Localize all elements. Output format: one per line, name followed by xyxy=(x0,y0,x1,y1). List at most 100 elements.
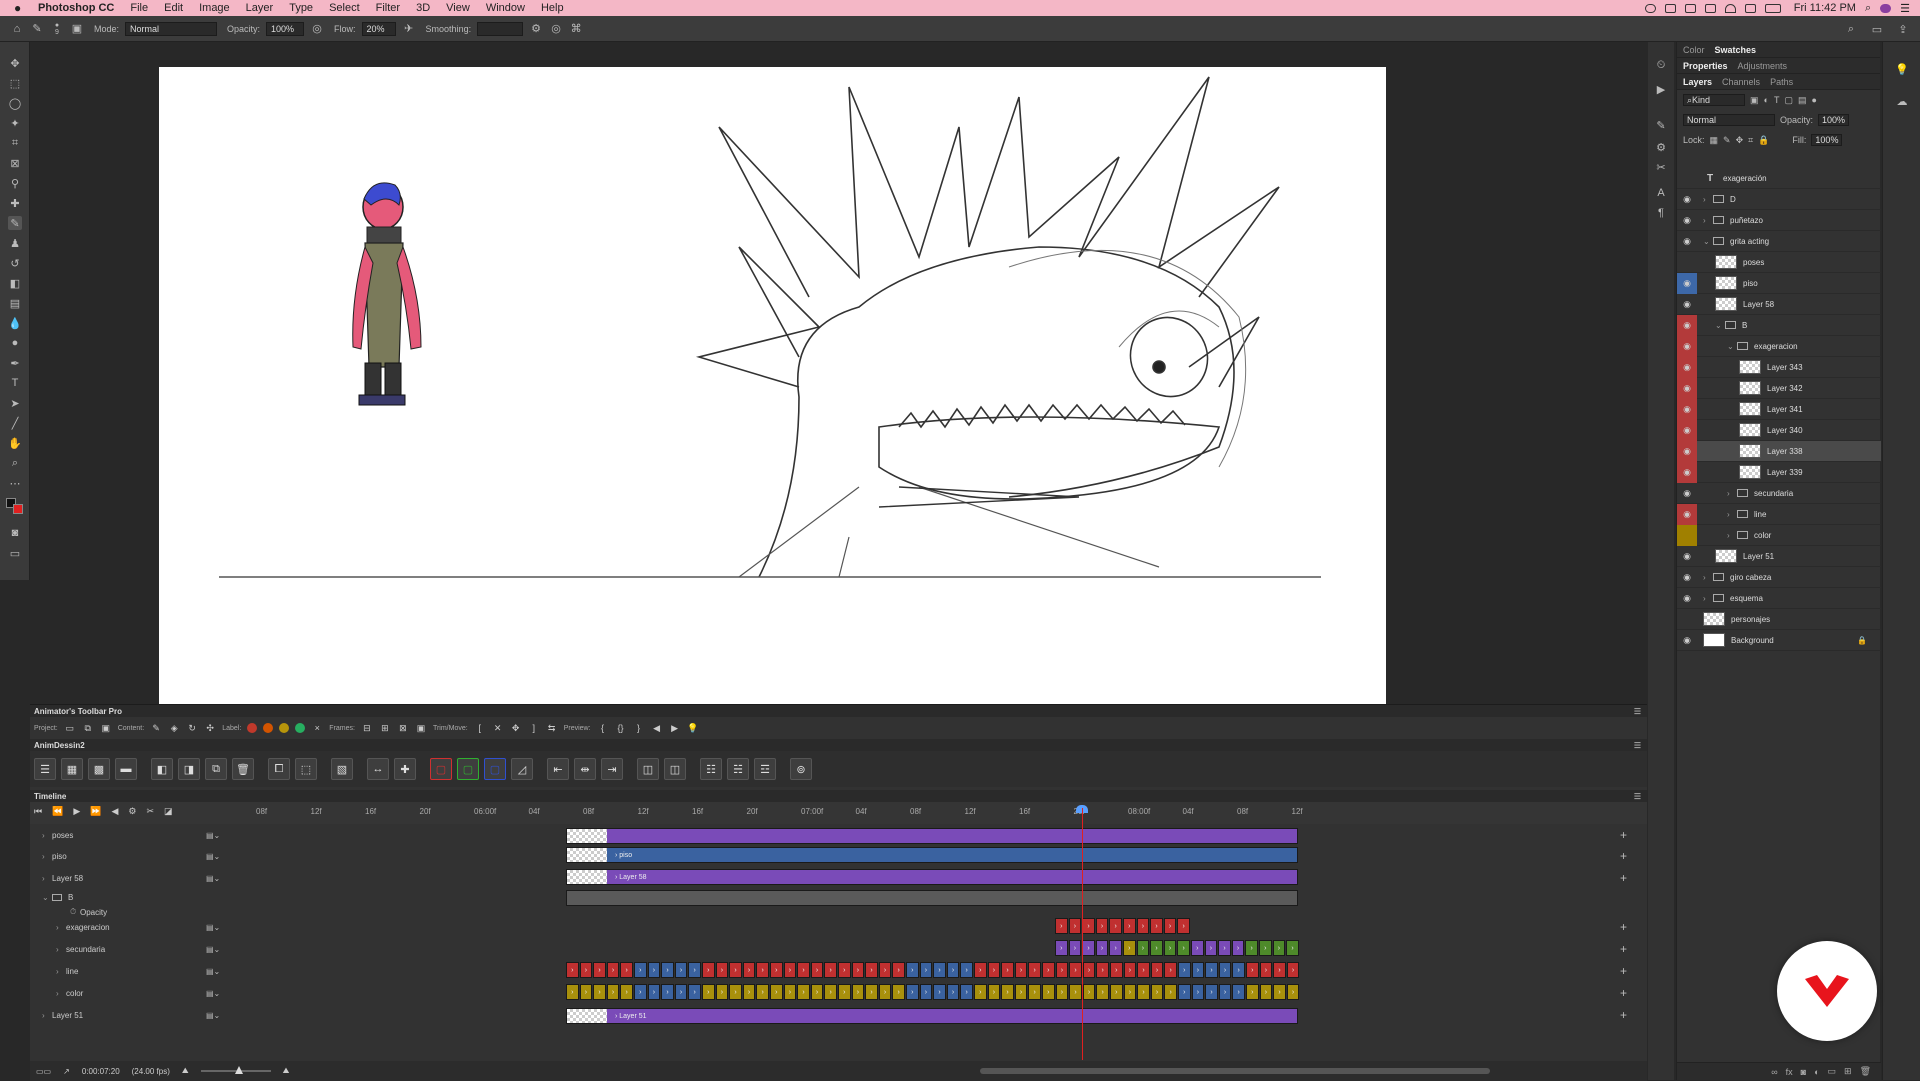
ad-trim-left-button[interactable]: ◫ xyxy=(637,758,659,780)
atp-trim-cut-icon[interactable]: ✕ xyxy=(492,722,504,734)
filter-adjustment-icon[interactable]: ◐ xyxy=(1764,95,1769,105)
settings-gear-icon[interactable]: ⚙ xyxy=(128,806,136,817)
preview-next-icon[interactable]: } xyxy=(633,722,645,734)
frame-clip[interactable]: › xyxy=(878,962,892,978)
brush-settings-panel-icon[interactable]: ⚙ xyxy=(1654,140,1668,154)
frame-clip[interactable]: › xyxy=(593,962,606,978)
timeline-clip[interactable] xyxy=(566,828,1298,844)
layer-filter-kind-select[interactable]: ⌕ Kind xyxy=(1683,94,1745,106)
visibility-eye-icon[interactable]: ◉ xyxy=(1677,210,1697,231)
document-canvas[interactable] xyxy=(30,42,1640,705)
smoothing-options-gear-icon[interactable]: ⚙ xyxy=(529,22,543,36)
frame-clip[interactable]: › xyxy=(634,962,647,978)
ad-trim-right-button[interactable]: ◫ xyxy=(664,758,686,780)
frame-clip[interactable]: › xyxy=(756,984,769,1000)
frame-clip[interactable]: › xyxy=(702,984,715,1000)
frame-clip[interactable]: › xyxy=(1259,940,1272,956)
frame-clip[interactable]: › xyxy=(1110,962,1123,978)
expand-chevron-icon[interactable]: › xyxy=(56,989,66,998)
atp-panel-menu-icon[interactable]: ☰ xyxy=(1634,707,1641,716)
atp-transform-icon[interactable]: ✣ xyxy=(204,722,216,734)
screen-mode-icon[interactable]: ▭ xyxy=(8,546,22,560)
frame-clip[interactable]: › xyxy=(756,962,769,978)
frame-clip[interactable]: › xyxy=(1042,984,1055,1000)
film-options-icon[interactable]: ▤⌄ xyxy=(206,967,220,976)
frame-clip[interactable]: › xyxy=(674,962,688,978)
track-header[interactable]: ⏱ Opacity xyxy=(30,904,230,920)
timeline-clip[interactable]: › piso xyxy=(566,847,1298,863)
frame-clip[interactable]: › xyxy=(974,962,987,978)
add-media-icon[interactable]: + xyxy=(1620,871,1627,885)
frame-clip[interactable]: › xyxy=(1259,962,1273,978)
ad-copy-frame-button[interactable]: ⧠ xyxy=(268,758,290,780)
timeline-clip[interactable] xyxy=(566,890,1298,906)
flow-field[interactable]: 20% xyxy=(361,21,396,36)
frame-clip[interactable]: › xyxy=(1177,940,1190,956)
workspace-icon[interactable]: ▭ xyxy=(1870,22,1884,36)
ad-prev-key-button[interactable]: ⇤ xyxy=(547,758,569,780)
layer-row[interactable]: ◉ › giro cabeza xyxy=(1677,567,1881,588)
frame-clip[interactable]: › xyxy=(1014,984,1028,1000)
menu-file[interactable]: File xyxy=(130,2,148,14)
frame-clip[interactable]: › xyxy=(1205,962,1218,978)
expand-chevron-icon[interactable]: › xyxy=(1727,531,1735,540)
frame-clip[interactable]: › xyxy=(878,984,892,1000)
frame-clip[interactable]: › xyxy=(1014,962,1028,978)
frame-clip[interactable]: › xyxy=(1246,984,1259,1000)
tab-swatches[interactable]: Swatches xyxy=(1715,45,1757,55)
link-layers-icon[interactable]: ∞ xyxy=(1771,1067,1777,1077)
brush-settings-icon[interactable]: ▣ xyxy=(70,22,84,36)
visibility-eye-icon[interactable]: ◉ xyxy=(1677,567,1697,588)
frame-clip[interactable]: › xyxy=(960,984,973,1000)
film-options-icon[interactable]: ▤⌄ xyxy=(206,831,220,840)
track-header[interactable]: › secundaria ▤⌄ xyxy=(30,941,230,957)
frame-clip[interactable]: › xyxy=(1218,940,1231,956)
visibility-eye-icon[interactable] xyxy=(1677,252,1697,273)
timeline-scrollbar[interactable] xyxy=(980,1068,1490,1074)
frame-clip[interactable]: › xyxy=(1273,984,1286,1000)
ad-next-key-button[interactable]: ⇥ xyxy=(601,758,623,780)
brush-tool-icon[interactable]: ✎ xyxy=(30,22,44,36)
layer-row[interactable]: ◉ ⌄ B xyxy=(1677,314,1881,336)
preview-both-icon[interactable]: {} xyxy=(615,722,627,734)
frame-clip[interactable]: › xyxy=(1150,962,1164,978)
atp-frame-insert-icon[interactable]: ⊟ xyxy=(361,722,373,734)
frame-clip[interactable]: › xyxy=(1232,962,1245,978)
type-tool-icon[interactable]: T xyxy=(8,376,22,390)
frame-clip[interactable]: › xyxy=(1231,940,1245,956)
atp-trim-move-icon[interactable]: ✥ xyxy=(510,722,522,734)
frame-clip[interactable]: › xyxy=(1082,940,1095,956)
ad-insert-before-button[interactable]: ◧ xyxy=(151,758,173,780)
frame-clip[interactable]: › xyxy=(1218,984,1232,1000)
lock-transparent-icon[interactable]: ▦ xyxy=(1710,135,1719,146)
frame-clip[interactable]: › xyxy=(1178,962,1191,978)
lock-all-icon[interactable]: 🔒 xyxy=(1758,135,1769,146)
atp-frame-camera-icon[interactable]: ▣ xyxy=(415,722,427,734)
visibility-eye-icon[interactable] xyxy=(1677,609,1697,630)
atp-trim-start-icon[interactable]: [ xyxy=(474,722,486,734)
layer-row[interactable]: ◉ › line xyxy=(1677,503,1881,525)
expand-chevron-icon[interactable]: › xyxy=(42,852,52,861)
track-header[interactable]: › color ▤⌄ xyxy=(30,985,230,1001)
ad-render-button[interactable]: ▧ xyxy=(331,758,353,780)
dodge-tool-icon[interactable]: ● xyxy=(8,336,22,350)
play-icon[interactable]: ▶ xyxy=(73,806,80,817)
expand-chevron-icon[interactable]: › xyxy=(42,1011,52,1020)
frame-clip[interactable]: › xyxy=(987,984,1001,1000)
convert-frames-icon[interactable]: ▭▭ xyxy=(36,1067,51,1076)
frame-clip[interactable]: › xyxy=(1205,984,1218,1000)
expand-chevron-icon[interactable]: › xyxy=(1703,195,1711,204)
history-brush-tool-icon[interactable]: ↺ xyxy=(8,256,22,270)
frame-clip[interactable]: › xyxy=(647,984,661,1000)
ad-duplicate-button[interactable]: ⧉ xyxy=(205,758,227,780)
ad-insert-after-button[interactable]: ◨ xyxy=(178,758,200,780)
frame-clip[interactable]: › xyxy=(661,984,674,1000)
ad-onion-skin-button[interactable]: ▩ xyxy=(88,758,110,780)
display-icon[interactable] xyxy=(1664,3,1676,13)
more-tools-icon[interactable]: ⋯ xyxy=(8,476,22,490)
symmetry-icon[interactable]: ⌘ xyxy=(569,22,583,36)
filter-smart-object-icon[interactable]: ▤ xyxy=(1798,95,1807,106)
frame-clip[interactable]: › xyxy=(865,984,878,1000)
frame-clip[interactable]: › xyxy=(810,984,824,1000)
timeline-clip[interactable]: › Layer 58 xyxy=(566,869,1298,885)
